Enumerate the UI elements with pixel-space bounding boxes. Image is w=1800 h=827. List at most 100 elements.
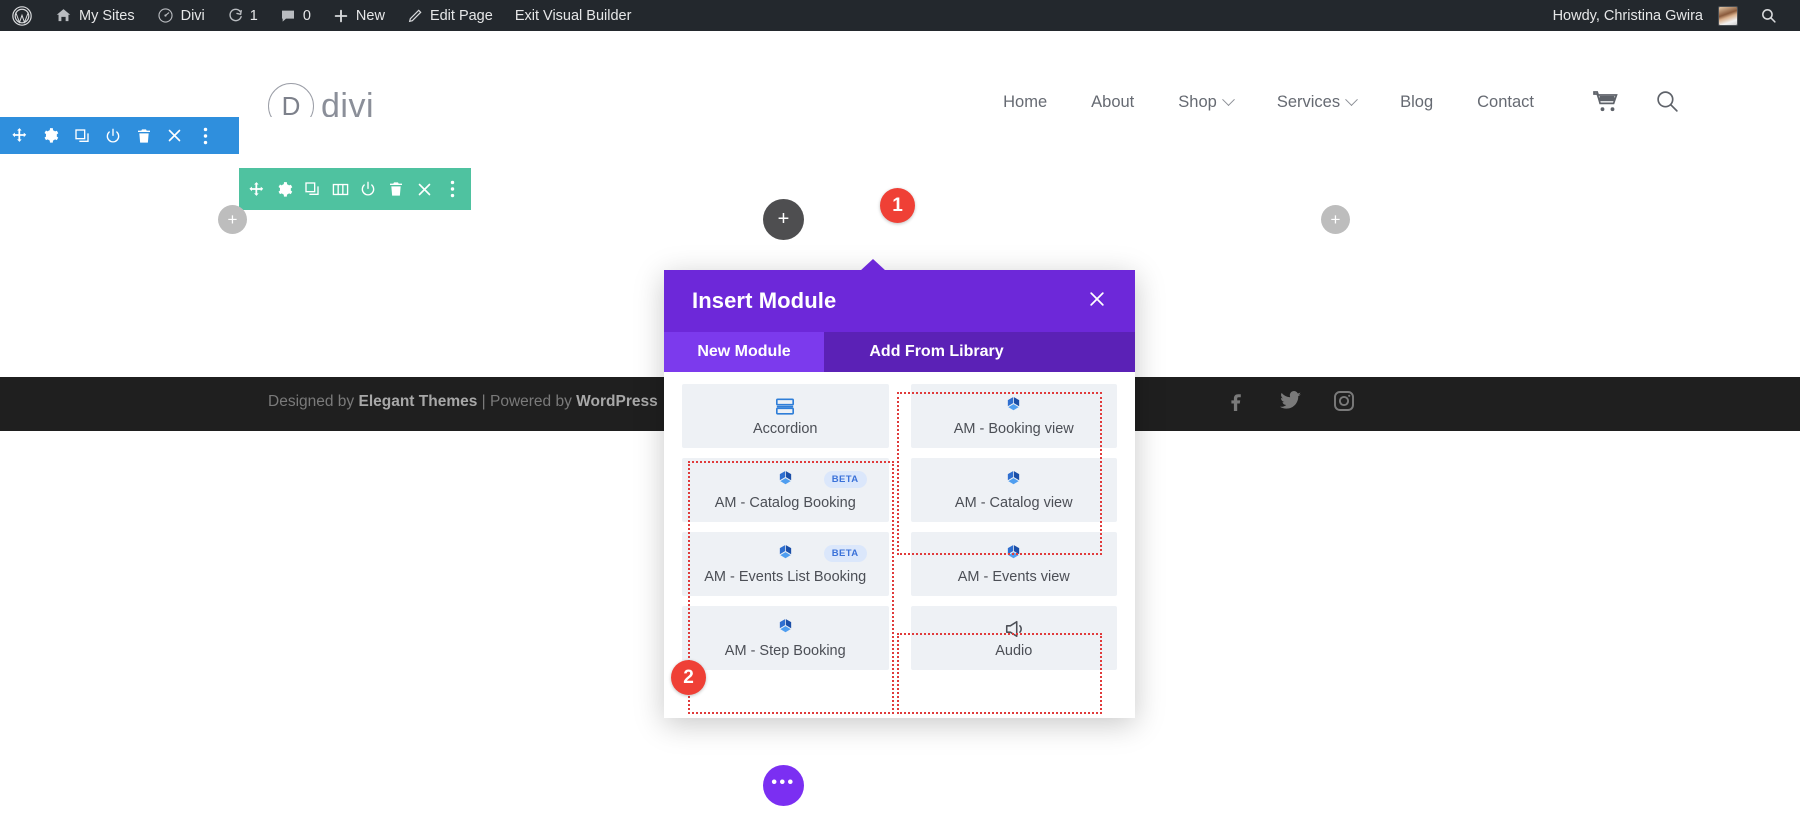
header-icons — [1593, 89, 1680, 114]
close-icon[interactable] — [1087, 289, 1107, 314]
add-section-right-button[interactable]: + — [1321, 205, 1350, 234]
annotation-badge-1-label: 1 — [892, 195, 903, 217]
power-icon[interactable] — [354, 168, 382, 210]
module-card-am-events-view[interactable]: AM - Events view — [911, 532, 1118, 596]
module-card-label: AM - Catalog Booking — [715, 495, 856, 512]
tab-add-from-library-label: Add From Library — [869, 343, 1003, 361]
footer-credit-platform[interactable]: WordPress — [576, 393, 658, 410]
power-icon[interactable] — [97, 117, 128, 154]
admin-bar-new-label: New — [356, 8, 385, 24]
admin-bar-exit-visual-builder[interactable]: Exit Visual Builder — [504, 0, 643, 31]
trash-icon[interactable] — [382, 168, 410, 210]
row-toolbar — [239, 168, 471, 210]
screen: My Sites Divi 1 — [0, 0, 1800, 827]
howdy-label: Howdy, Christina Gwira — [1553, 8, 1703, 24]
more-options-icon[interactable] — [438, 168, 466, 210]
admin-bar-howdy[interactable]: Howdy, Christina Gwira — [1542, 0, 1749, 31]
nav-item-contact-label: Contact — [1477, 93, 1534, 112]
columns-icon[interactable] — [326, 168, 354, 210]
admin-bar-comments-count: 0 — [303, 8, 311, 24]
nav-item-about[interactable]: About — [1069, 93, 1156, 112]
header-search-icon[interactable] — [1655, 89, 1680, 114]
pencil-icon — [407, 8, 423, 24]
builder-settings-fab[interactable]: ••• — [763, 765, 804, 806]
modal-tabs: New Module Add From Library — [664, 332, 1135, 372]
nav-item-contact[interactable]: Contact — [1455, 93, 1556, 112]
module-card-audio[interactable]: Audio — [911, 606, 1118, 670]
admin-bar-updates-count: 1 — [250, 8, 258, 24]
audio-megaphone-icon — [1003, 617, 1025, 641]
modal-caret — [860, 259, 886, 271]
tab-add-from-library[interactable]: Add From Library — [824, 332, 1049, 372]
admin-bar-edit-page[interactable]: Edit Page — [396, 0, 504, 31]
modules-grid: Accordion AM - Booking view BETA AM - Ca… — [664, 372, 1135, 670]
close-icon[interactable] — [159, 117, 190, 154]
admin-bar-new[interactable]: New — [322, 0, 396, 31]
accordion-icon — [774, 395, 796, 419]
facebook-icon[interactable] — [1224, 389, 1248, 418]
module-card-am-booking-view[interactable]: AM - Booking view — [911, 384, 1118, 448]
module-card-am-catalog-view[interactable]: AM - Catalog view — [911, 458, 1118, 522]
gear-icon[interactable] — [35, 117, 66, 154]
tab-new-module-label: New Module — [697, 343, 790, 361]
admin-bar-divi[interactable]: Divi — [146, 0, 216, 31]
duplicate-icon[interactable] — [298, 168, 326, 210]
nav-item-home[interactable]: Home — [981, 93, 1069, 112]
annotation-badge-2: 2 — [671, 660, 706, 695]
modal-title: Insert Module — [692, 288, 836, 314]
section-toolbar — [0, 117, 239, 154]
add-section-left-button[interactable]: + — [218, 205, 247, 234]
beta-badge: BETA — [824, 545, 867, 562]
footer-credit-prefix: Designed by — [268, 393, 358, 410]
module-card-label: AM - Events List Booking — [704, 569, 866, 586]
more-options-icon[interactable] — [190, 117, 221, 154]
admin-bar-updates[interactable]: 1 — [216, 0, 269, 31]
module-card-am-catalog-booking[interactable]: BETA AM - Catalog Booking — [682, 458, 889, 522]
add-module-button[interactable]: + — [763, 199, 804, 240]
admin-bar-divi-label: Divi — [181, 8, 205, 24]
plus-icon: + — [778, 208, 790, 231]
admin-bar-search-button[interactable] — [1749, 0, 1788, 31]
trash-icon[interactable] — [128, 117, 159, 154]
module-card-accordion[interactable]: Accordion — [682, 384, 889, 448]
instagram-icon[interactable] — [1332, 389, 1356, 418]
module-card-am-events-list-booking[interactable]: BETA AM - Events List Booking — [682, 532, 889, 596]
admin-bar-comments[interactable]: 0 — [269, 0, 322, 31]
module-card-label: AM - Step Booking — [725, 643, 846, 660]
insert-module-modal: Insert Module New Module Add From Librar… — [664, 270, 1135, 718]
move-icon[interactable] — [4, 117, 35, 154]
nav-item-services[interactable]: Services — [1255, 93, 1378, 112]
divi-dashboard-icon — [157, 7, 174, 24]
module-card-am-step-booking[interactable]: AM - Step Booking — [682, 606, 889, 670]
move-icon[interactable] — [242, 168, 270, 210]
duplicate-icon[interactable] — [66, 117, 97, 154]
footer-credit-brand[interactable]: Elegant Themes — [358, 393, 477, 410]
plus-icon: + — [1331, 211, 1341, 228]
am-cube-icon — [1002, 395, 1025, 419]
beta-badge: BETA — [824, 471, 867, 488]
wp-logo-menu[interactable] — [0, 0, 44, 31]
shopping-cart-icon[interactable] — [1593, 90, 1619, 114]
nav-item-blog[interactable]: Blog — [1378, 93, 1455, 112]
am-cube-icon — [774, 543, 797, 567]
module-card-label: AM - Catalog view — [955, 495, 1073, 512]
updates-icon — [227, 8, 243, 24]
footer-credit: Designed by Elegant Themes | Powered by … — [268, 393, 658, 411]
module-card-label: AM - Events view — [958, 569, 1070, 586]
admin-bar-exit-label: Exit Visual Builder — [515, 8, 632, 24]
admin-bar-edit-page-label: Edit Page — [430, 8, 493, 24]
nav-item-shop[interactable]: Shop — [1156, 93, 1255, 112]
am-cube-icon — [774, 617, 797, 641]
site-header: D divi Home About Shop Services Blog Con — [0, 31, 1800, 117]
nav-item-blog-label: Blog — [1400, 93, 1433, 112]
close-icon[interactable] — [410, 168, 438, 210]
wp-admin-bar: My Sites Divi 1 — [0, 0, 1800, 31]
ellipsis-icon: ••• — [771, 774, 795, 792]
twitter-icon[interactable] — [1278, 389, 1302, 418]
module-card-label: Audio — [995, 643, 1032, 660]
admin-bar-my-sites[interactable]: My Sites — [44, 0, 146, 31]
tab-new-module[interactable]: New Module — [664, 332, 824, 372]
nav-item-shop-label: Shop — [1178, 93, 1217, 112]
gear-icon[interactable] — [270, 168, 298, 210]
chevron-down-icon — [1345, 93, 1358, 106]
